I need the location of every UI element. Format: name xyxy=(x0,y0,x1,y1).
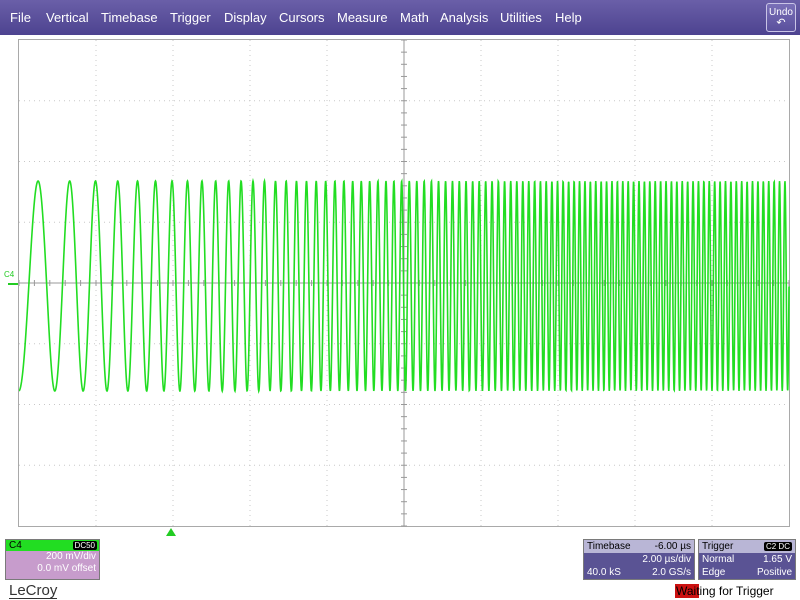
menu-measure[interactable]: Measure xyxy=(337,10,388,25)
lecroy-logo: LeCroy xyxy=(9,582,58,599)
waveform-grid[interactable] xyxy=(18,39,790,527)
trigger-source-badge: C2 DC xyxy=(763,542,792,551)
menu-math[interactable]: Math xyxy=(400,10,429,25)
c4-offset: 0.0 mV offset xyxy=(37,563,96,574)
c4-name: C4 xyxy=(9,540,22,551)
timebase-header: Timebase -6.00 µs xyxy=(584,540,694,553)
menu-bar: File Vertical Timebase Trigger Display C… xyxy=(0,0,800,35)
trigger-position-marker-icon[interactable] xyxy=(166,528,176,536)
trigger-slope: Positive xyxy=(756,567,792,578)
trigger-level: 1.65 V xyxy=(763,554,792,565)
menu-file[interactable]: File xyxy=(10,10,31,25)
timebase-samples: 40.0 kS xyxy=(587,567,621,578)
menu-timebase[interactable]: Timebase xyxy=(101,10,158,25)
undo-arrow-icon: ↶ xyxy=(776,17,786,29)
acquisition-status: Waiting for Trigger xyxy=(675,584,774,598)
trigger-mode: Normal xyxy=(702,554,735,565)
c4-waveform-line xyxy=(19,177,790,395)
trigger-type: Edge xyxy=(702,567,726,578)
c4-descriptor-box[interactable]: C4 DC50 200 mV/div 0.0 mV offset xyxy=(5,539,100,580)
menu-analysis[interactable]: Analysis xyxy=(440,10,488,25)
trigger-descriptor-box[interactable]: Trigger C2 DC Normal 1.65 V Edge Positiv… xyxy=(698,539,796,580)
c4-coupling-badge: DC50 xyxy=(72,541,97,550)
c4-descriptor-header: C4 DC50 xyxy=(6,540,99,551)
menu-display[interactable]: Display xyxy=(224,10,267,25)
c4-ground-marker[interactable] xyxy=(8,283,18,285)
c4-trace-label: C4 xyxy=(4,270,15,279)
timebase-descriptor-box[interactable]: Timebase -6.00 µs 2.00 µs/div 40.0 kS 2.… xyxy=(583,539,695,580)
trigger-header: Trigger C2 DC xyxy=(699,540,795,553)
timebase-sample-rate: 2.0 GS/s xyxy=(652,567,691,578)
timebase-delay: -6.00 µs xyxy=(654,541,691,552)
menu-vertical[interactable]: Vertical xyxy=(46,10,89,25)
c4-volts-per-div: 200 mV/div xyxy=(45,551,96,562)
menu-cursors[interactable]: Cursors xyxy=(279,10,325,25)
c4-waveform-trace xyxy=(19,177,790,395)
trigger-title: Trigger xyxy=(702,541,734,552)
menu-trigger[interactable]: Trigger xyxy=(170,10,211,25)
menu-utilities[interactable]: Utilities xyxy=(500,10,542,25)
status-text: Waiting for Trigger xyxy=(676,584,774,598)
timebase-time-per-div: 2.00 µs/div xyxy=(642,554,691,565)
timebase-title: Timebase xyxy=(587,541,631,552)
undo-button[interactable]: Undo ↶ xyxy=(766,3,796,32)
menu-help[interactable]: Help xyxy=(555,10,582,25)
